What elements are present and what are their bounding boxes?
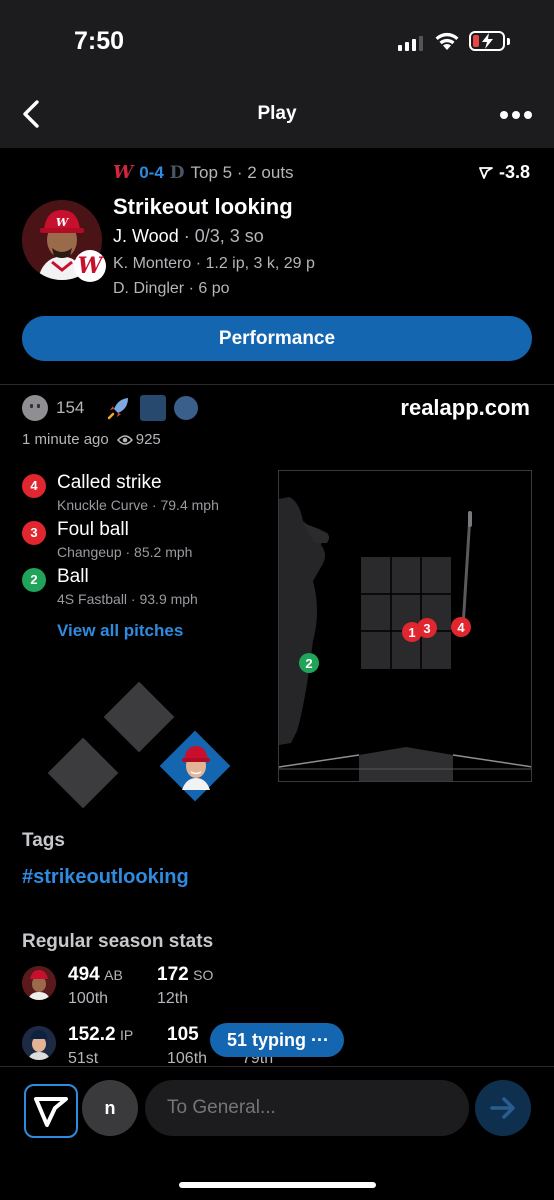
pitcher-stats-avatar [22,1026,56,1060]
pitch-description: Knuckle Curve · 79.4 mph [57,497,219,513]
home-indicator[interactable] [179,1182,376,1188]
channel-avatar-button[interactable]: n [82,1080,138,1136]
stat-cell: 105 106th [167,1024,207,1066]
game-score: 0-4 [139,162,164,182]
arrow-right-icon [490,1097,515,1119]
wifi-icon [435,32,459,50]
stat-unit: IP [120,1027,134,1043]
stats-row[interactable]: 494 AB 100th 172 SO 12th [22,964,532,1016]
stat-cell: 152.2 IP 51st [68,1024,133,1066]
batter-name[interactable]: J. Wood [113,226,179,246]
season-stats-heading: Regular season stats [22,931,214,952]
inning-state: Top 5 · 2 outs [190,162,294,182]
zone-marker-3[interactable]: 3 [417,618,437,638]
batter-thumbnail[interactable] [178,742,214,790]
stat-value: 494 [68,964,100,985]
stat-rank: 100th [68,990,109,1007]
third-base-icon [47,737,119,809]
zone-marker-4[interactable]: 4 [451,617,471,637]
stat-value: 172 [157,964,189,985]
svg-text:W: W [56,216,70,229]
play-detail-pane[interactable]: W 0-4 D Top 5 · 2 outs -3.8 W W Strikeou… [0,148,554,1066]
game-headline: W 0-4 D Top 5 · 2 outs [113,162,294,183]
pitch-number-badge: 4 [22,474,46,498]
message-composer: n [0,1066,554,1200]
stat-rank: 106th [167,1050,208,1066]
typing-indicator[interactable]: 51 typing ··· [210,1023,344,1057]
stat-cell: 172 SO 12th [157,964,213,1008]
pitcher-line[interactable]: K. Montero · 1.2 ip, 3 k, 29 p [113,255,315,273]
site-watermark: realapp.com [400,395,530,420]
real-logo-icon [34,1097,68,1127]
status-bar: 7:50 [0,0,554,82]
zone-marker-2[interactable]: 2 [299,653,319,673]
circle-reaction-icon[interactable] [174,396,199,420]
battery-icon [469,31,505,51]
reactions-bar[interactable]: 154 [22,395,199,421]
nationals-logo-icon: W [113,162,134,183]
nav-bar: Play [0,82,554,148]
stat-rank: 51st [68,1050,99,1066]
team-photo-reaction-icon[interactable] [140,395,167,421]
status-time: 7:50 [74,27,125,55]
pitch-result: Ball [57,566,89,587]
divider [0,384,554,385]
cellular-signal-icon [398,36,423,51]
time-ago: 1 minute ago [22,431,109,448]
pitch-description: 4S Fastball · 93.9 mph [57,591,198,607]
stat-unit: AB [104,967,123,983]
batter-stats-avatar [22,966,56,1000]
stat-cell: 494 AB 100th [68,964,123,1008]
pitch-result: Called strike [57,472,162,493]
page-title: Play [257,103,297,124]
eye-icon [116,434,133,445]
view-count: 925 [135,431,161,448]
catcher-line[interactable]: D. Dingler · 6 po [113,280,230,298]
performance-button[interactable]: Performance [22,316,532,361]
reaction-count: 154 [56,398,85,417]
stat-value: 152.2 [68,1024,116,1045]
stat-rank: 12th [157,990,189,1007]
stat-value: 105 [167,1024,199,1045]
message-input[interactable] [145,1080,469,1136]
more-options-icon[interactable] [500,111,534,121]
tigers-logo-icon: D [169,162,185,183]
pitch-description: Changeup · 85.2 mph [57,544,193,560]
pitch-number-badge: 3 [22,521,46,545]
zone-marker-label: 4 [457,620,465,635]
win-probability-delta: -3.8 [479,162,530,183]
zone-marker-label: 2 [305,656,312,671]
view-all-pitches-link[interactable]: View all pitches [57,621,183,641]
real-logo-icon [479,166,493,179]
batter-line: J. Wood · 0/3, 3 so [113,226,264,247]
batter-stats: · 0/3, 3 so [178,226,264,246]
wpa-value: -3.8 [498,162,530,182]
pitch-result: Foul ball [57,519,129,540]
zone-grid [361,557,451,669]
rocket-reaction-icon[interactable] [106,395,132,421]
send-button[interactable] [475,1080,531,1136]
strike-zone-view[interactable]: 1 3 4 2 [278,470,532,782]
zone-marker-label: 1 [408,625,415,640]
smiley-reaction-icon[interactable] [22,395,48,421]
post-meta: 1 minute ago 925 [22,431,161,448]
tag-link[interactable]: #strikeoutlooking [22,866,189,889]
real-logo-button[interactable] [24,1084,78,1138]
stat-unit: SO [193,967,214,983]
pitch-number-badge: 2 [22,568,46,592]
nationals-badge-icon: W [74,250,106,282]
strike-zone-graphic: 1 3 4 2 [279,497,531,781]
second-base-icon [103,681,175,753]
play-title: Strikeout looking [113,194,293,219]
zone-marker-label: 3 [423,621,430,636]
tags-heading: Tags [22,830,65,851]
